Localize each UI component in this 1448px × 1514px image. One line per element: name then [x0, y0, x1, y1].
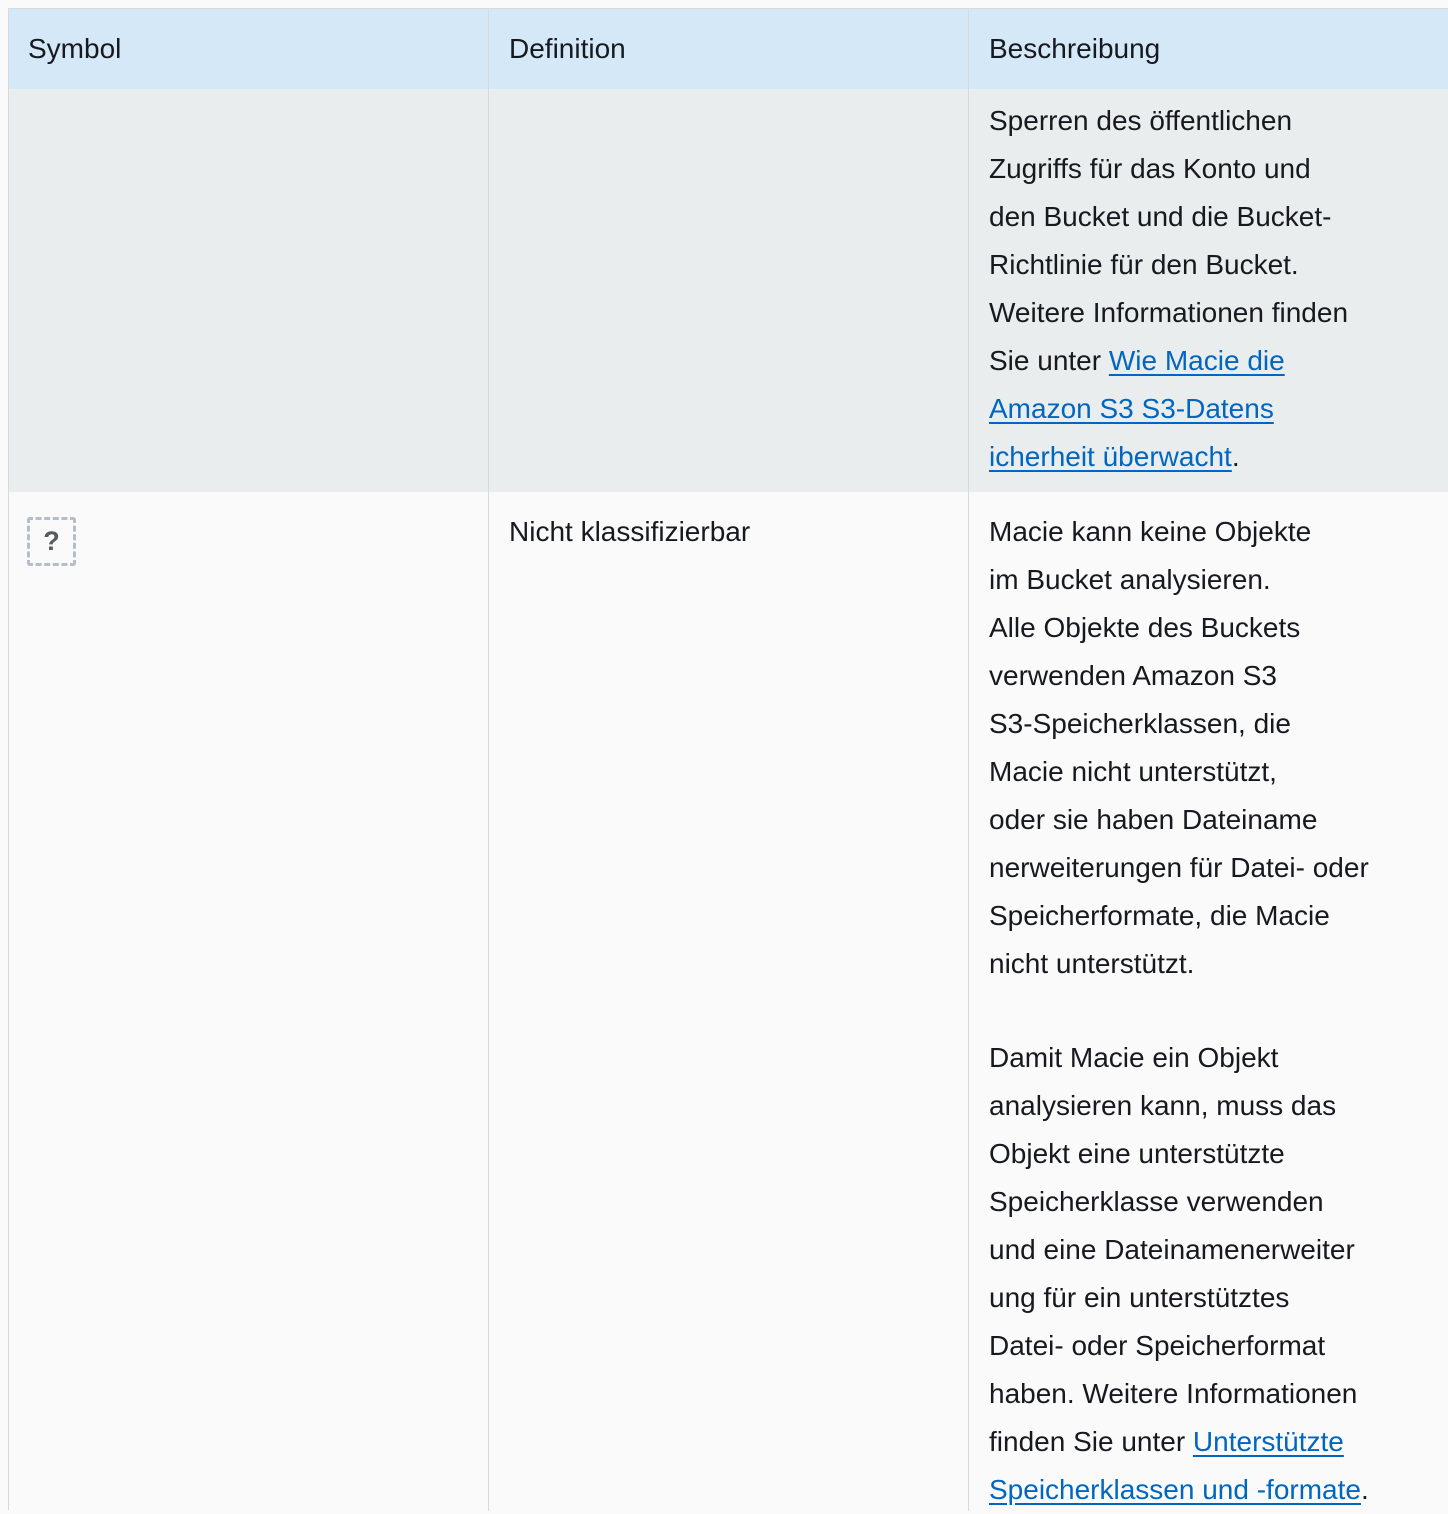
description-line: Richtlinie für den Bucket. [989, 249, 1299, 280]
description-line: Damit Macie ein Objekt [989, 1042, 1279, 1073]
description-line: im Bucket analysieren. [989, 564, 1271, 595]
description-line: Speicherformate, die Macie [989, 900, 1330, 931]
status-table: Symbol Definition Beschreibung Sperren d… [8, 8, 1448, 1511]
description-line: und eine Dateinamenerweiter [989, 1234, 1355, 1265]
symbol-cell: ? [9, 492, 488, 1511]
table-row: ? Nicht klassifizierbar Macie kann keine… [9, 492, 1448, 1511]
description-line: finden Sie unter Unterstützte [989, 1418, 1448, 1466]
link-prefix: Sie unter [989, 345, 1109, 376]
description-line: Macie nicht unterstützt, [989, 756, 1277, 787]
definition-cell [488, 89, 968, 492]
link-prefix: finden Sie unter [989, 1426, 1193, 1457]
unclassifiable-icon: ? [27, 517, 76, 566]
description-line: verwenden Amazon S3 [989, 660, 1277, 691]
description-line: Sie unter Wie Macie die [989, 337, 1448, 385]
description-line: ung für ein unterstütztes [989, 1282, 1290, 1313]
description-line: Amazon S3 S3-Datens [989, 385, 1448, 433]
table-row: Sperren des öffentlichen Zugriffs für da… [9, 89, 1448, 492]
description-line: Datei- oder Speicherformat [989, 1330, 1326, 1361]
macie-s3-security-link[interactable]: Wie Macie die [1109, 345, 1285, 376]
description-line: icherheit überwacht. [989, 433, 1448, 481]
macie-s3-security-link-end[interactable]: icherheit überwacht [989, 441, 1232, 472]
link-suffix: . [1231, 441, 1240, 472]
description-line: oder sie haben Dateiname [989, 804, 1318, 835]
description-line: Alle Objekte des Buckets [989, 612, 1301, 643]
supported-storage-classes-link-cont[interactable]: Speicherklassen und -formate [989, 1474, 1361, 1505]
macie-s3-security-link-cont[interactable]: Amazon S3 S3-Datens [989, 393, 1274, 424]
question-mark-glyph: ? [43, 526, 60, 556]
header-description: Beschreibung [968, 9, 1448, 89]
table-header-row: Symbol Definition Beschreibung [9, 9, 1448, 89]
description-line: Speicherklasse verwenden [989, 1186, 1324, 1217]
header-definition: Definition [488, 9, 968, 89]
supported-storage-classes-link[interactable]: Unterstützte [1193, 1426, 1344, 1457]
description-line: haben. Weitere Informationen [989, 1378, 1358, 1409]
definition-cell: Nicht klassifizierbar [488, 492, 968, 1511]
description-line: Sperren des öffentlichen [989, 105, 1293, 136]
description-line: nicht unterstützt. [989, 948, 1195, 979]
description-cell: Macie kann keine Objekte im Bucket analy… [968, 492, 1448, 1511]
description-line: den Bucket und die Bucket- [989, 201, 1332, 232]
header-symbol: Symbol [28, 33, 122, 64]
description-line: Objekt eine unterstützte [989, 1138, 1285, 1169]
symbol-cell [9, 89, 488, 492]
description-line: Macie kann keine Objekte [989, 516, 1312, 547]
link-suffix: . [1360, 1474, 1369, 1505]
description-line: analysieren kann, muss das [989, 1090, 1337, 1121]
description-line: Speicherklassen und -formate. [989, 1466, 1448, 1514]
description-line: S3-Speicherklassen, die [989, 708, 1291, 739]
description-line: nerweiterungen für Datei- oder [989, 852, 1369, 883]
description-cell: Sperren des öffentlichen Zugriffs für da… [968, 89, 1448, 492]
description-line: Zugriffs für das Konto und [989, 153, 1311, 184]
description-line: Weitere Informationen finden [989, 297, 1349, 328]
